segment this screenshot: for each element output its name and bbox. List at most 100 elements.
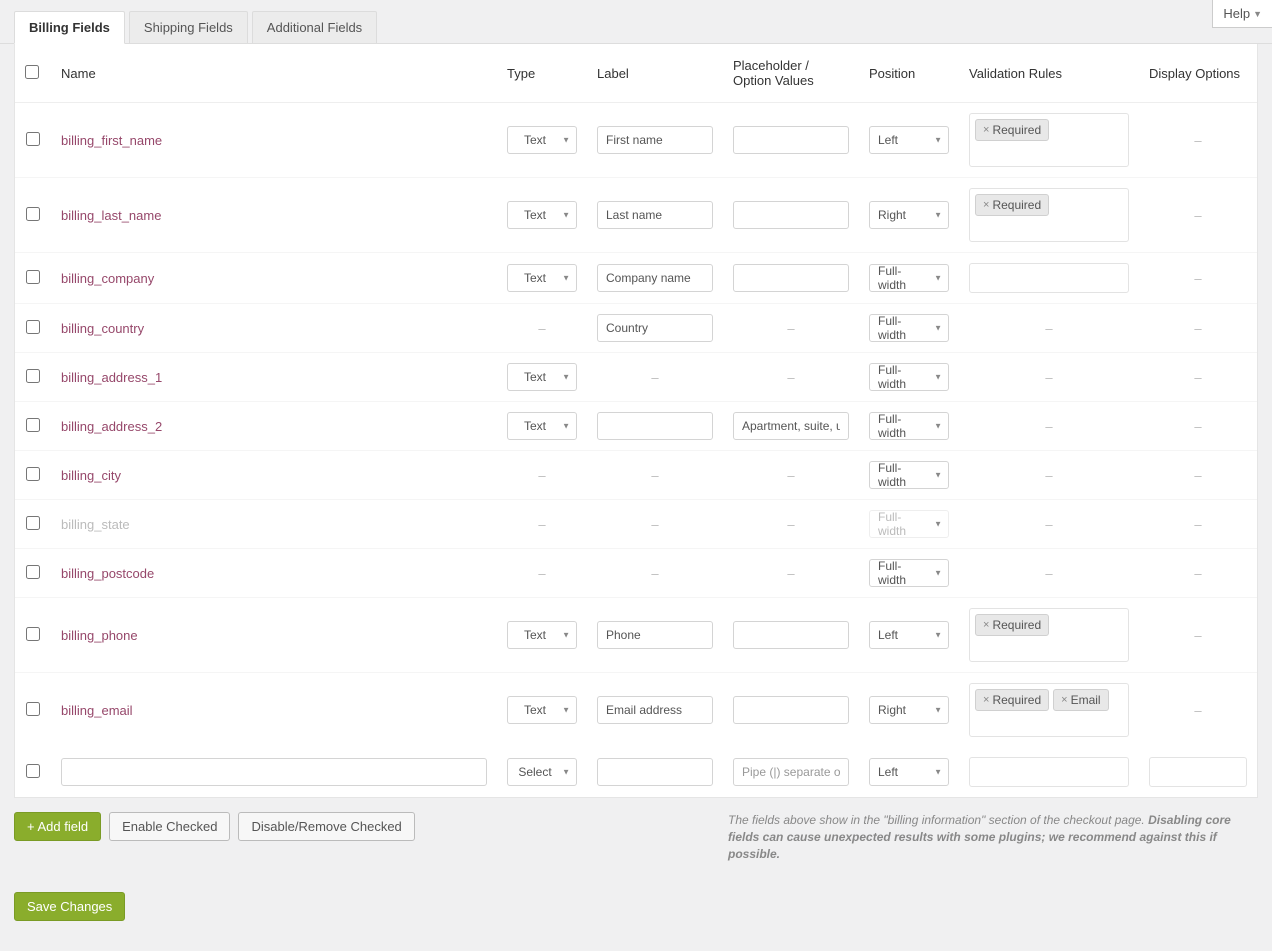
text-input[interactable]: [597, 621, 713, 649]
chevron-down-icon: ▼: [934, 520, 942, 529]
col-header-type: Type: [497, 44, 587, 103]
pos-select[interactable]: Left▼: [869, 126, 949, 154]
pos-select[interactable]: Full-width▼: [869, 363, 949, 391]
type-select[interactable]: Text▼: [507, 363, 577, 391]
pos-select[interactable]: Full-width▼: [869, 314, 949, 342]
tab-billing-fields[interactable]: Billing Fields: [14, 11, 125, 44]
pos-select[interactable]: Full-width▼: [869, 412, 949, 440]
type-select[interactable]: Text▼: [507, 264, 577, 292]
field-name-link[interactable]: billing_phone: [61, 628, 138, 643]
validation-box[interactable]: [969, 757, 1129, 787]
field-name-link[interactable]: billing_last_name: [61, 208, 161, 223]
row-checkbox[interactable]: [26, 320, 40, 334]
empty-dash: –: [1149, 321, 1247, 336]
tab-shipping-fields[interactable]: Shipping Fields: [129, 11, 248, 43]
new-field-name-input[interactable]: [61, 758, 487, 786]
text-input[interactable]: [597, 314, 713, 342]
validation-tag-email[interactable]: ×Email: [1053, 689, 1108, 711]
type-select[interactable]: Text▼: [507, 412, 577, 440]
validation-tag-required[interactable]: ×Required: [975, 119, 1049, 141]
validation-box[interactable]: ×Required×Email: [969, 683, 1129, 737]
type-select[interactable]: Select▼: [507, 758, 577, 786]
text-input[interactable]: [733, 696, 849, 724]
validation-box[interactable]: ×Required: [969, 113, 1129, 167]
pos-select[interactable]: Left▼: [869, 758, 949, 786]
pos-select[interactable]: Right▼: [869, 696, 949, 724]
text-input[interactable]: [597, 264, 713, 292]
empty-dash: –: [733, 566, 849, 581]
select-all-checkbox[interactable]: [25, 65, 39, 79]
empty-dash: –: [1149, 271, 1247, 286]
text-input[interactable]: [597, 758, 713, 786]
row-checkbox[interactable]: [26, 764, 40, 778]
empty-dash: –: [969, 517, 1129, 532]
table-row: billing_company Text▼ Full-width▼ –: [15, 253, 1257, 304]
row-checkbox[interactable]: [26, 516, 40, 530]
type-select[interactable]: Text▼: [507, 201, 577, 229]
field-name-link[interactable]: billing_email: [61, 703, 133, 718]
save-changes-button[interactable]: Save Changes: [14, 892, 125, 921]
text-input[interactable]: [597, 412, 713, 440]
new-field-placeholder-input[interactable]: [733, 758, 849, 786]
chevron-down-icon: ▼: [934, 373, 942, 382]
remove-tag-icon[interactable]: ×: [983, 199, 989, 211]
validation-tag-required[interactable]: ×Required: [975, 194, 1049, 216]
remove-tag-icon[interactable]: ×: [1061, 694, 1067, 706]
chevron-down-icon: ▼: [934, 422, 942, 431]
help-tab[interactable]: Help ▼: [1212, 0, 1272, 28]
validation-box[interactable]: [969, 263, 1129, 293]
display-options-box[interactable]: [1149, 757, 1247, 787]
row-checkbox[interactable]: [26, 627, 40, 641]
pos-select[interactable]: Full-width▼: [869, 461, 949, 489]
remove-tag-icon[interactable]: ×: [983, 619, 989, 631]
text-input[interactable]: [733, 621, 849, 649]
pos-select[interactable]: Right▼: [869, 201, 949, 229]
empty-dash: –: [597, 468, 713, 483]
empty-dash: –: [1149, 133, 1247, 148]
chevron-down-icon: ▼: [562, 136, 570, 145]
type-select[interactable]: Text▼: [507, 696, 577, 724]
disable-remove-button[interactable]: Disable/Remove Checked: [238, 812, 414, 841]
field-name-link[interactable]: billing_company: [61, 271, 154, 286]
row-checkbox[interactable]: [26, 702, 40, 716]
field-name-link[interactable]: billing_country: [61, 321, 144, 336]
text-input[interactable]: [597, 126, 713, 154]
field-name-link: billing_state: [61, 517, 130, 532]
row-checkbox[interactable]: [26, 207, 40, 221]
text-input[interactable]: [597, 201, 713, 229]
tab-additional-fields[interactable]: Additional Fields: [252, 11, 377, 43]
validation-tag-required[interactable]: ×Required: [975, 614, 1049, 636]
field-name-link[interactable]: billing_first_name: [61, 133, 162, 148]
validation-tag-required[interactable]: ×Required: [975, 689, 1049, 711]
pos-select[interactable]: Left▼: [869, 621, 949, 649]
row-checkbox[interactable]: [26, 132, 40, 146]
field-name-link[interactable]: billing_address_1: [61, 370, 162, 385]
row-checkbox[interactable]: [26, 418, 40, 432]
remove-tag-icon[interactable]: ×: [983, 124, 989, 136]
text-input[interactable]: [733, 201, 849, 229]
text-input[interactable]: [733, 126, 849, 154]
pos-select[interactable]: Full-width▼: [869, 559, 949, 587]
validation-box[interactable]: ×Required: [969, 188, 1129, 242]
field-name-link[interactable]: billing_city: [61, 468, 121, 483]
table-row: billing_postcode–––Full-width▼––: [15, 549, 1257, 598]
text-input[interactable]: [733, 264, 849, 292]
type-select[interactable]: Text▼: [507, 126, 577, 154]
field-name-link[interactable]: billing_address_2: [61, 419, 162, 434]
text-input[interactable]: [597, 696, 713, 724]
row-checkbox[interactable]: [26, 467, 40, 481]
text-input[interactable]: [733, 412, 849, 440]
empty-dash: –: [1149, 370, 1247, 385]
row-checkbox[interactable]: [26, 369, 40, 383]
enable-checked-button[interactable]: Enable Checked: [109, 812, 230, 841]
field-name-link[interactable]: billing_postcode: [61, 566, 154, 581]
row-checkbox[interactable]: [26, 270, 40, 284]
remove-tag-icon[interactable]: ×: [983, 694, 989, 706]
validation-box[interactable]: ×Required: [969, 608, 1129, 662]
empty-dash: –: [507, 468, 577, 483]
add-field-button[interactable]: + Add field: [14, 812, 101, 841]
row-checkbox[interactable]: [26, 565, 40, 579]
pos-select[interactable]: Full-width▼: [869, 264, 949, 292]
type-select[interactable]: Text▼: [507, 621, 577, 649]
chevron-down-icon: ▼: [934, 471, 942, 480]
